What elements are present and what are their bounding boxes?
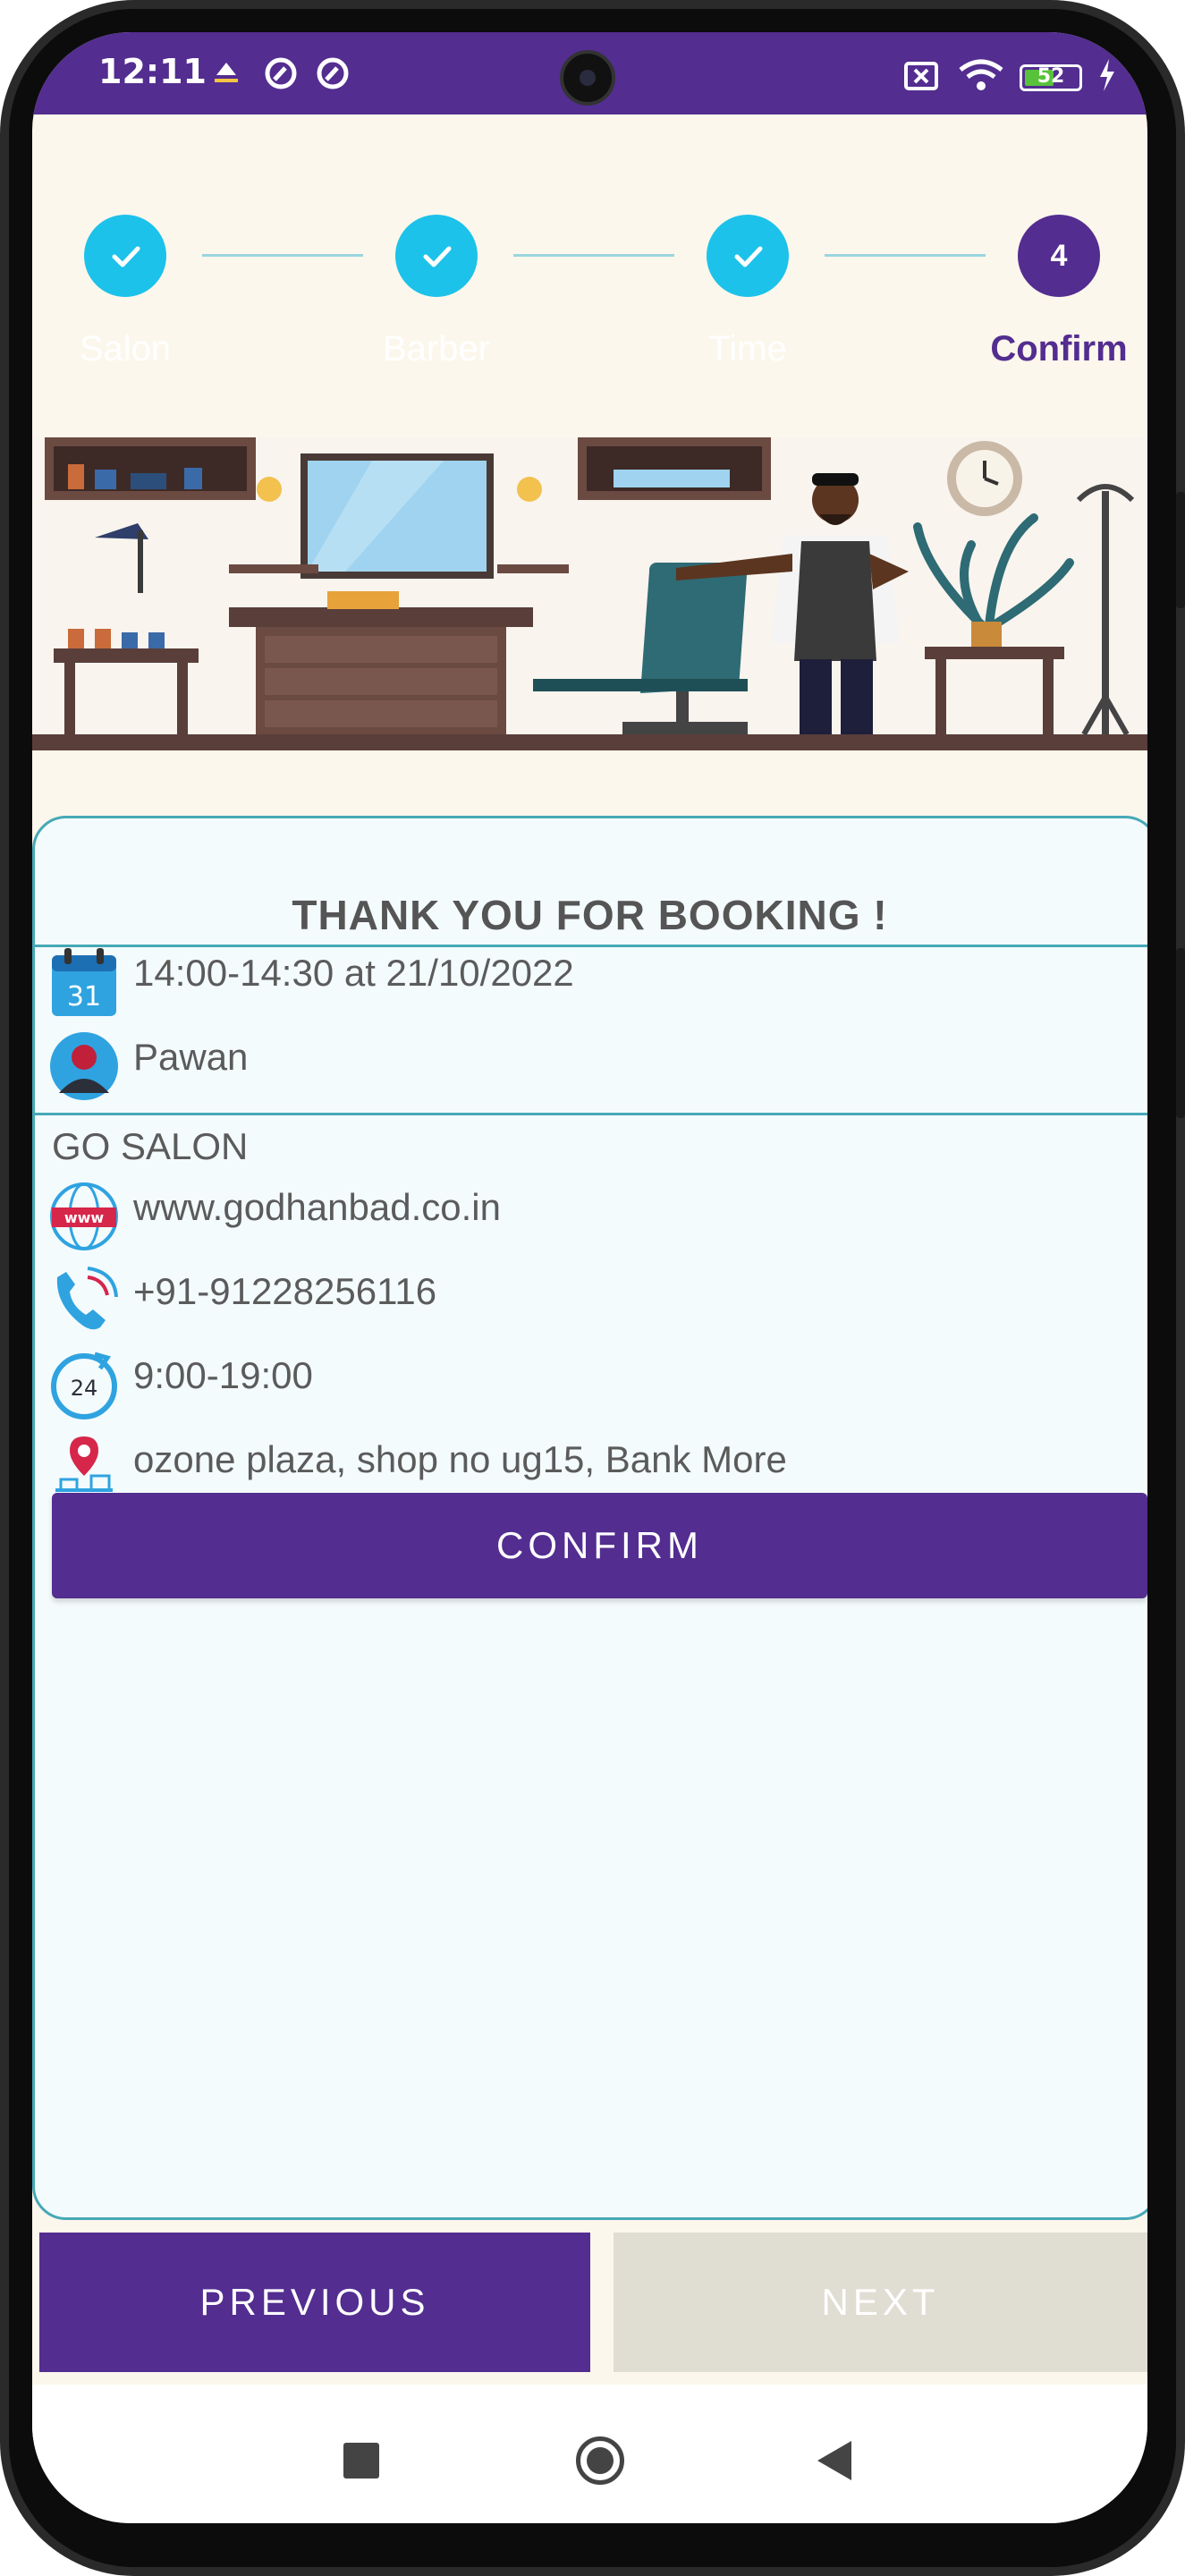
check-icon <box>734 246 763 267</box>
booking-thank-you-title: THANK YOU FOR BOOKING ! <box>292 892 888 938</box>
home-icon[interactable] <box>576 2436 624 2485</box>
wifi-icon <box>957 57 1005 97</box>
charging-icon <box>1096 57 1118 97</box>
clock-icon-label: 24 <box>71 1376 98 1401</box>
salon-website[interactable]: www.godhanbad.co.in <box>133 1186 501 1229</box>
front-camera <box>560 50 615 106</box>
salon-illustration <box>32 437 1147 750</box>
power-button <box>1176 948 1185 1118</box>
salon-phone[interactable]: +91-91228256116 <box>133 1270 436 1313</box>
salon-name: GO SALON <box>52 1125 249 1167</box>
sync-icon <box>263 55 299 95</box>
next-button[interactable]: NEXT <box>614 2233 1147 2372</box>
step-label-salon: Salon <box>79 329 172 369</box>
booking-datetime: 14:00-14:30 at 21/10/2022 <box>133 952 574 994</box>
phone-frame: 12:11 52 4 Salon Barber Time Confirm THA… <box>0 0 1185 2576</box>
recent-apps-icon[interactable] <box>343 2443 379 2479</box>
step-salon-check[interactable] <box>84 215 166 297</box>
step-connector <box>202 254 363 257</box>
step-label-confirm: Confirm <box>990 329 1128 369</box>
barber-name: Pawan <box>133 1036 249 1078</box>
check-icon <box>423 246 452 267</box>
clock-24h-icon: 24 <box>48 1349 120 1420</box>
screen: 12:11 52 4 Salon Barber Time Confirm THA… <box>32 32 1147 2523</box>
globe-icon: www <box>48 1181 120 1252</box>
system-navigation-bar <box>32 2385 1147 2523</box>
step-label-time: Time <box>708 329 787 369</box>
step-connector <box>825 254 986 257</box>
calendar-day: 31 <box>67 981 101 1013</box>
status-bar: 12:11 52 <box>32 32 1147 114</box>
no-sim-icon <box>903 61 939 95</box>
step-time-check[interactable] <box>707 215 789 297</box>
previous-button[interactable]: PREVIOUS <box>39 2233 590 2372</box>
status-time: 12:11 <box>98 52 207 91</box>
back-icon[interactable] <box>817 2441 851 2480</box>
notification-app-icon <box>211 55 241 95</box>
booking-stepper: 4 Salon Barber Time Confirm <box>32 114 1147 436</box>
battery-level: 52 <box>1037 65 1065 88</box>
divider <box>32 945 1147 947</box>
battery-icon: 52 <box>1020 64 1082 91</box>
salon-address: ozone plaza, shop no ug15, Bank More <box>133 1438 787 1480</box>
globe-icon-label: www <box>64 1209 105 1226</box>
user-icon <box>48 1030 120 1102</box>
salon-hours: 9:00-19:00 <box>133 1354 313 1396</box>
phone-call-icon <box>48 1265 120 1336</box>
check-icon <box>112 246 140 267</box>
step-barber-check[interactable] <box>395 215 478 297</box>
confirm-button[interactable]: CONFIRM <box>52 1493 1147 1598</box>
volume-button <box>1176 492 1185 608</box>
wizard-navigation: PREVIOUS NEXT <box>32 2233 1147 2385</box>
step-label-barber: Barber <box>382 329 491 369</box>
step-confirm-number[interactable]: 4 <box>1018 215 1100 297</box>
step-connector <box>513 254 674 257</box>
calendar-icon: 31 <box>48 948 120 1020</box>
divider <box>32 1113 1147 1115</box>
sync-icon <box>315 55 351 95</box>
